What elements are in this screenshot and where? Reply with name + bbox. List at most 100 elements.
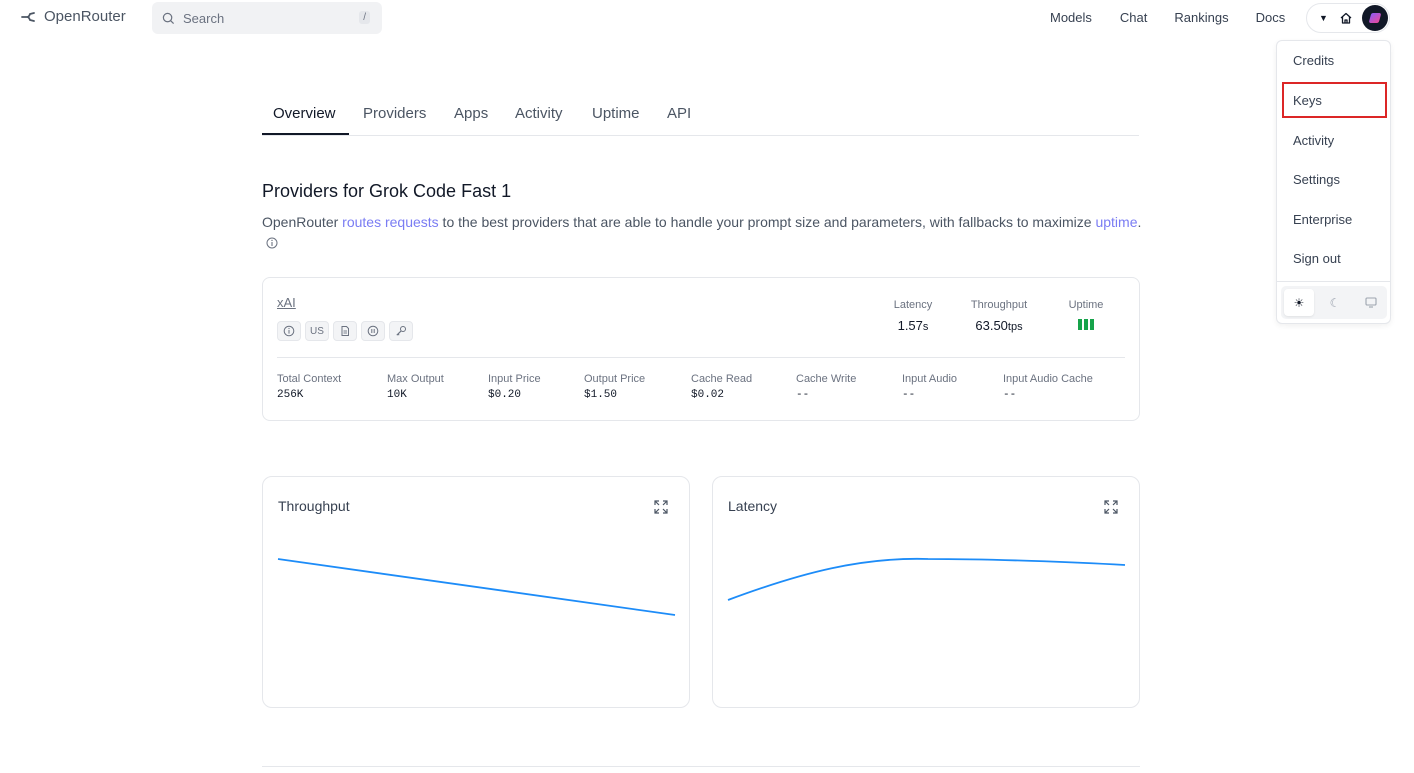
latency-value: 1.57s: [889, 318, 937, 333]
uptime-bars[interactable]: [1065, 319, 1107, 330]
routes-requests-link[interactable]: routes requests: [342, 214, 439, 230]
section-title: Providers for Grok Code Fast 1: [262, 181, 512, 201]
info-icon[interactable]: [266, 237, 278, 249]
spec-value: --: [1003, 389, 1017, 401]
spec-value: --: [902, 389, 916, 401]
uptime-link[interactable]: uptime: [1095, 214, 1137, 230]
menu-item-sign-out[interactable]: Sign out: [1282, 240, 1387, 276]
home-icon[interactable]: [1339, 11, 1353, 25]
provider-name-link[interactable]: xAI: [277, 295, 296, 310]
avatar[interactable]: [1362, 5, 1388, 31]
throughput-number: 63.50: [975, 318, 1008, 333]
desc-text-3: .: [1137, 214, 1142, 230]
spec-value: $0.02: [691, 389, 725, 401]
key-icon[interactable]: [389, 321, 413, 341]
spec-label: Cache Read: [691, 373, 753, 385]
spec-input-audio-cache: Input Audio Cache --: [1003, 373, 1093, 401]
latency-number: 1.57: [897, 318, 923, 333]
spec-value: 256K: [277, 389, 304, 401]
tab-activity[interactable]: Activity: [515, 105, 563, 122]
latency-label: Latency: [893, 299, 933, 311]
throughput-chart-plot: [277, 558, 676, 616]
spec-value: 10K: [387, 389, 407, 401]
provider-badges: US: [277, 321, 413, 341]
tab-uptime[interactable]: Uptime: [592, 105, 640, 122]
search-shortcut-hint: /: [359, 11, 370, 24]
menu-item-keys[interactable]: Keys: [1282, 82, 1387, 118]
latency-line: [727, 557, 1126, 601]
throughput-value: 63.50tps: [967, 318, 1031, 333]
latency-unit: s: [922, 321, 929, 333]
tab-providers[interactable]: Providers: [363, 105, 426, 122]
logo-text: OpenRouter: [44, 8, 126, 25]
spec-label: Max Output: [387, 373, 444, 385]
spec-label: Total Context: [277, 373, 342, 385]
spec-input-price: Input Price $0.20: [488, 373, 541, 401]
nav-rankings[interactable]: Rankings: [1174, 10, 1228, 25]
avatar-image: [1368, 13, 1382, 23]
latency-stat: Latency 1.57s: [889, 299, 937, 333]
spec-label: Input Price: [488, 373, 541, 385]
menu-item-credits[interactable]: Credits: [1282, 42, 1387, 78]
spec-value: --: [796, 389, 810, 401]
spec-label: Input Audio: [902, 373, 958, 385]
active-tab-indicator: [262, 133, 349, 135]
search-box[interactable]: /: [152, 2, 382, 34]
monitor-icon[interactable]: [1356, 289, 1386, 316]
card-divider: [277, 357, 1125, 358]
spec-total-context: Total Context 256K: [277, 373, 341, 401]
top-bar: OpenRouter / Models Chat Rankings Docs ▼: [0, 0, 1414, 36]
throughput-chart-card: Throughput: [262, 476, 690, 708]
throughput-label: Throughput: [970, 299, 1028, 311]
tab-overview[interactable]: Overview: [273, 105, 336, 122]
menu-item-enterprise[interactable]: Enterprise: [1282, 201, 1387, 237]
logo[interactable]: OpenRouter: [20, 8, 126, 25]
section-description: OpenRouter routes requests to the best p…: [262, 212, 1142, 254]
uptime-label: Uptime: [1068, 299, 1104, 311]
latency-chart-card: Latency: [712, 476, 1140, 708]
section-divider: [262, 766, 1140, 767]
theme-switcher: ☀ ☾: [1281, 286, 1387, 319]
uptime-bar: [1084, 319, 1088, 330]
desc-text-2: to the best providers that are able to h…: [438, 214, 1096, 230]
menu-item-activity[interactable]: Activity: [1282, 122, 1387, 158]
desc-text-1: OpenRouter: [262, 214, 343, 230]
model-tabs: Overview Providers Apps Activity Uptime …: [262, 96, 1139, 136]
document-icon[interactable]: [333, 321, 357, 341]
menu-item-settings[interactable]: Settings: [1282, 161, 1387, 197]
uptime-bar: [1090, 319, 1094, 330]
spec-value: $0.20: [488, 389, 522, 401]
spec-label: Cache Write: [796, 373, 857, 385]
throughput-line: [277, 558, 676, 616]
sun-icon[interactable]: ☀: [1284, 289, 1314, 316]
tab-api[interactable]: API: [667, 105, 691, 122]
nav-chat[interactable]: Chat: [1120, 10, 1147, 25]
spec-value: $1.50: [584, 389, 618, 401]
chevron-down-icon[interactable]: ▼: [1319, 13, 1328, 23]
spec-label: Output Price: [584, 373, 646, 385]
account-pill[interactable]: ▼: [1306, 3, 1390, 33]
uptime-stat: Uptime: [1065, 299, 1107, 330]
throughput-stat: Throughput 63.50tps: [967, 299, 1031, 333]
spec-max-output: Max Output 10K: [387, 373, 444, 401]
nav-models[interactable]: Models: [1050, 10, 1092, 25]
spec-label: Input Audio Cache: [1003, 373, 1093, 385]
tab-apps[interactable]: Apps: [454, 105, 488, 122]
throughput-unit: tps: [1007, 321, 1023, 333]
region-badge[interactable]: US: [305, 321, 329, 341]
spec-input-audio: Input Audio --: [902, 373, 957, 401]
spec-cache-read: Cache Read $0.02: [691, 373, 752, 401]
info-badge-icon[interactable]: [277, 321, 301, 341]
pause-icon[interactable]: [361, 321, 385, 341]
search-input[interactable]: [183, 10, 343, 26]
moon-icon[interactable]: ☾: [1320, 289, 1350, 316]
spec-cache-write: Cache Write --: [796, 373, 856, 401]
search-icon: [162, 12, 175, 24]
provider-card: xAI US Latency 1.57s Throughput 63.50tps…: [262, 277, 1140, 421]
main-nav: Models Chat Rankings Docs: [1040, 10, 1285, 25]
spec-output-price: Output Price $1.50: [584, 373, 645, 401]
openrouter-logo-icon: [21, 11, 35, 22]
uptime-bar: [1078, 319, 1082, 330]
latency-chart-plot: [727, 557, 1126, 601]
nav-docs[interactable]: Docs: [1256, 10, 1286, 25]
